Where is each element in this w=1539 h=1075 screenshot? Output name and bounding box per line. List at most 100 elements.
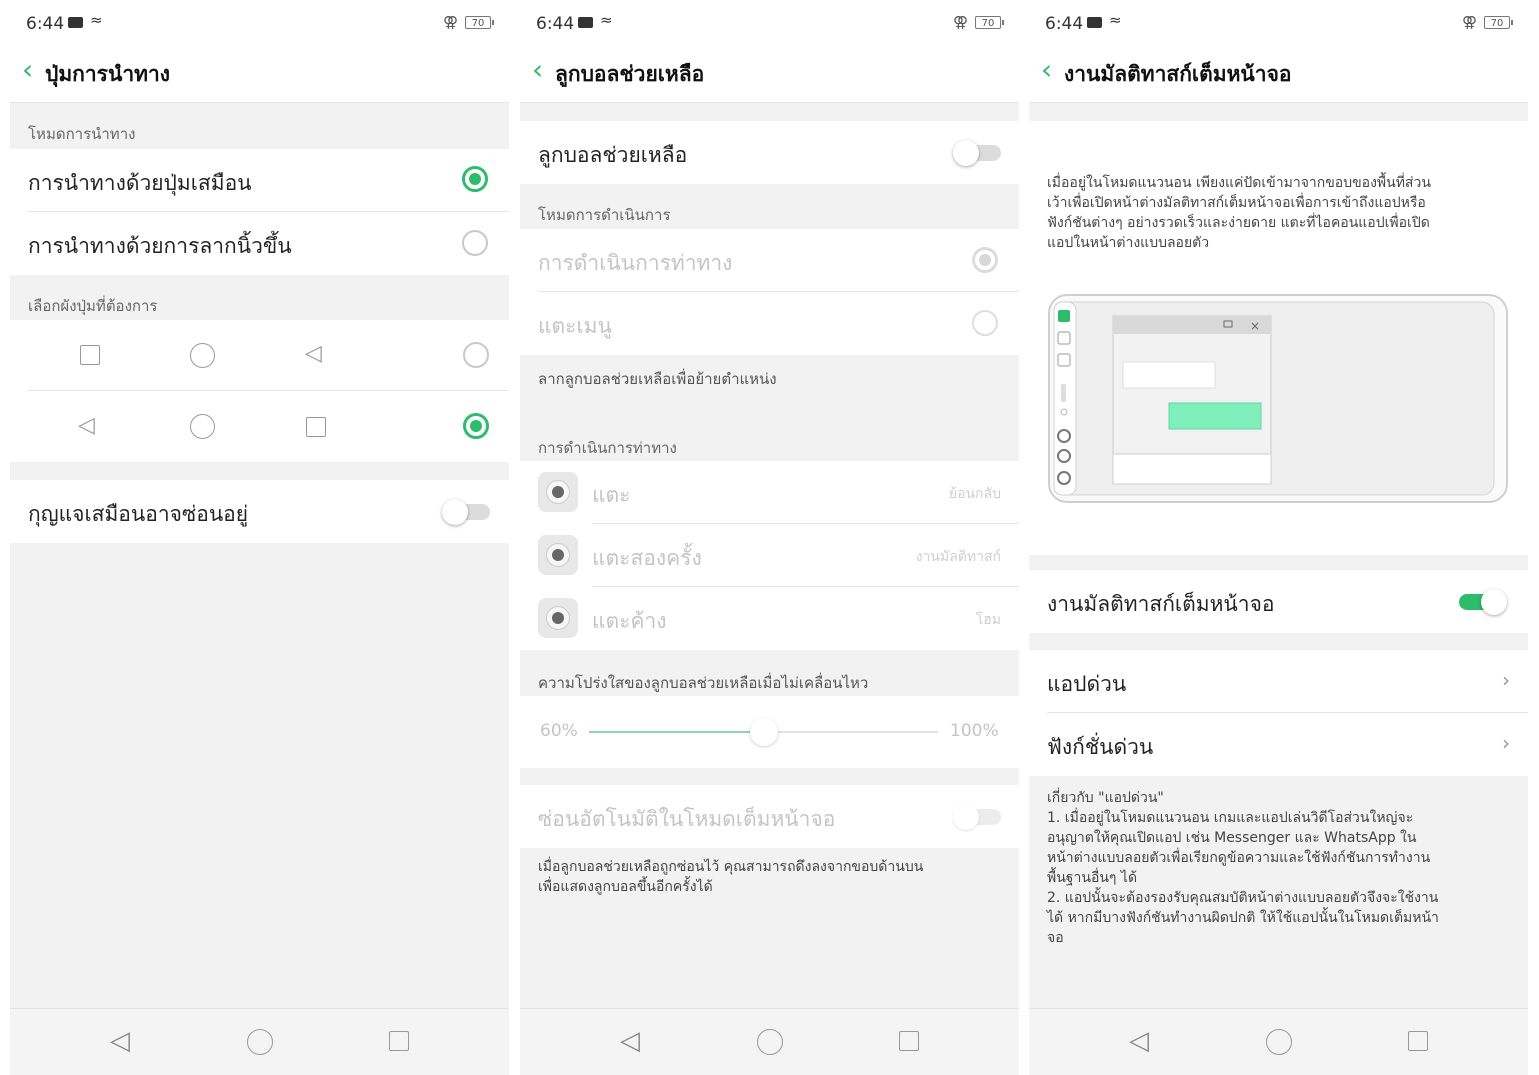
nav-home-icon[interactable] [1266, 1029, 1292, 1055]
battery-icon: 70 [975, 16, 1004, 29]
nav-recents-icon[interactable] [1408, 1031, 1428, 1051]
opacity-slider-row: 60% 100% [520, 696, 1019, 768]
radio-selected[interactable] [462, 166, 488, 192]
page-title: ลูกบอลช่วยเหลือ [555, 62, 705, 86]
option-label: การนำทางด้วยปุ่มเสมือน [28, 171, 252, 195]
gesture-label: แตะ [592, 483, 631, 507]
screen-fullscreen-multitask: 6:44 ≈ ⚢ 70 ‹ งานมัลติทาสก์เต็มหน้าจอ เม… [1029, 0, 1528, 1075]
triangle-back-icon: ◁ [305, 341, 322, 366]
radio-selected[interactable] [463, 413, 489, 439]
screen-navigation-buttons: 6:44 ≈ ⚢ 70 ‹ ปุ่มการนำทาง โหมดการนำทาง … [10, 0, 509, 1075]
assistive-ball-icon [538, 472, 578, 512]
option-swipe-up-gesture[interactable]: การนำทางด้วยการลากนิ้วขึ้น [10, 212, 509, 275]
app-header: ‹ ลูกบอลช่วยเหลือ [520, 48, 1019, 103]
slider-max-label: 100% [950, 721, 999, 741]
option-gesture-operation: การดำเนินการท่าทาง [520, 229, 1019, 292]
gesture-row-long-press: แตะค้าง โฮม [520, 587, 1019, 650]
layout-option-2[interactable]: ◁ [10, 391, 509, 462]
message-icon [578, 17, 593, 28]
slider-fill [589, 731, 764, 733]
nav-recents-icon[interactable] [389, 1031, 409, 1051]
opacity-slider [589, 718, 938, 746]
assistive-ball-toggle[interactable] [953, 140, 1001, 166]
gesture-row-double-tap: แตะสองครั้ง งานมัลติทาสก์ [520, 524, 1019, 587]
link-label: ฟังก์ชั่นด่วน [1047, 735, 1154, 759]
option-tap-menu: แตะเมนู [520, 292, 1019, 355]
option-virtual-buttons[interactable]: การนำทางด้วยปุ่มเสมือน [10, 149, 509, 212]
bell-muted-icon: ⚢ [443, 13, 459, 31]
toggle-row-assistive-ball[interactable]: ลูกบอลช่วยเหลือ [520, 121, 1019, 184]
option-label: การนำทางด้วยการลากนิ้วขึ้น [28, 234, 292, 258]
status-bar: 6:44 ≈ ⚢ 70 [520, 0, 1019, 48]
back-chevron-icon[interactable]: ‹ [22, 56, 33, 84]
slider-min-label: 60% [540, 721, 578, 741]
radio-disabled-selected [972, 247, 998, 273]
option-label: แตะเมนู [538, 314, 612, 338]
gesture-value: โฮม [975, 612, 1001, 628]
nav-back-icon[interactable]: ◁ [620, 1027, 640, 1055]
chevron-right-icon: › [1502, 731, 1510, 755]
status-time: 6:44 [536, 14, 575, 34]
radio-unselected[interactable] [463, 342, 489, 368]
status-bar: 6:44 ≈ ⚢ 70 [10, 0, 509, 48]
toggle-label: ลูกบอลช่วยเหลือ [538, 143, 688, 167]
page-title: ปุ่มการนำทาง [45, 62, 170, 86]
slider-thumb [749, 718, 778, 746]
toggle-label: กุญแจเสมือนอาจซ่อนอยู่ [28, 502, 249, 526]
system-nav-bar: ◁ [10, 1008, 509, 1075]
gesture-value: ย้อนกลับ [948, 486, 1001, 502]
back-chevron-icon[interactable]: ‹ [532, 56, 543, 84]
gesture-label: แตะสองครั้ง [592, 546, 702, 570]
gesture-label: แตะค้าง [592, 609, 667, 633]
quick-apps-notes: เกี่ยวกับ "แอปด่วน" 1. เมื่ออยู่ในโหมดแน… [1047, 790, 1439, 946]
intro-text: เมื่ออยู่ในโหมดแนวนอน เพียงแค่ปัดเข้ามาจ… [1047, 175, 1431, 251]
intro-card: เมื่ออยู่ในโหมดแนวนอน เพียงแค่ปัดเข้ามาจ… [1029, 121, 1528, 555]
system-nav-bar: ◁ [520, 1008, 1019, 1075]
layout-option-1[interactable]: ◁ [10, 320, 509, 391]
back-chevron-icon[interactable]: ‹ [1041, 56, 1052, 84]
chevron-right-icon: › [1502, 668, 1510, 692]
radio-unselected[interactable] [462, 230, 488, 256]
drag-hint: ลากลูกบอลช่วยเหลือเพื่อย้ายตำแหน่ง [538, 370, 777, 388]
nav-back-icon[interactable]: ◁ [110, 1027, 130, 1055]
section-operation-mode: โหมดการดำเนินการ [538, 206, 671, 224]
app-header: ‹ งานมัลติทาสก์เต็มหน้าจอ [1029, 48, 1528, 103]
message-icon [68, 17, 83, 28]
assistive-ball-icon [538, 535, 578, 575]
circle-icon [190, 414, 215, 439]
link-label: แอปด่วน [1047, 672, 1127, 696]
battery-icon: 70 [1484, 16, 1513, 29]
assistive-ball-icon [538, 598, 578, 638]
message-icon [1087, 17, 1102, 28]
fullscreen-multitask-toggle[interactable] [1459, 589, 1507, 615]
system-nav-bar: ◁ [1029, 1008, 1528, 1075]
nav-home-icon[interactable] [247, 1029, 273, 1055]
nav-home-icon[interactable] [757, 1029, 783, 1055]
gesture-row-tap: แตะ ย้อนกลับ [520, 461, 1019, 524]
screen-assistive-ball: 6:44 ≈ ⚢ 70 ‹ ลูกบอลช่วยเหลือ ลูกบอลช่วย… [520, 0, 1019, 1075]
status-time: 6:44 [26, 14, 65, 34]
option-label: การดำเนินการท่าทาง [538, 251, 733, 275]
page-title: งานมัลติทาสก์เต็มหน้าจอ [1064, 62, 1292, 86]
toggle-row-auto-hide: ซ่อนอัตโนมัติในโหมดเต็มหน้าจอ [520, 785, 1019, 848]
toggle-row-hidden-keys[interactable]: กุญแจเสมือนอาจซ่อนอยู่ [10, 480, 509, 543]
toggle-label: งานมัลติทาสก์เต็มหน้าจอ [1047, 592, 1275, 616]
gesture-value: งานมัลติทาสก์ [915, 549, 1001, 565]
wifi-icon: ≈ [600, 11, 613, 29]
link-quick-apps[interactable]: แอปด่วน › [1029, 650, 1528, 713]
svg-text:×: × [1250, 319, 1260, 333]
hidden-keys-toggle[interactable] [442, 499, 490, 525]
bell-muted-icon: ⚢ [1462, 13, 1478, 31]
triangle-back-icon: ◁ [78, 413, 95, 438]
nav-back-icon[interactable]: ◁ [1129, 1027, 1149, 1055]
app-header: ‹ ปุ่มการนำทาง [10, 48, 509, 103]
toggle-row-fullscreen-multitask[interactable]: งานมัลติทาสก์เต็มหน้าจอ [1029, 570, 1528, 633]
nav-recents-icon[interactable] [899, 1031, 919, 1051]
link-quick-functions[interactable]: ฟังก์ชั่นด่วน › [1029, 713, 1528, 776]
section-gesture-actions: การดำเนินการท่าทาง [538, 439, 677, 457]
section-button-layout: เลือกผังปุ่มที่ต้องการ [28, 297, 158, 315]
wifi-icon: ≈ [90, 11, 103, 29]
radio-disabled [972, 310, 998, 336]
landscape-phone-illustration: × [1048, 294, 1508, 503]
auto-hide-description: เมื่อลูกบอลช่วยเหลือถูกซ่อนไว้ คุณสามารถ… [538, 859, 924, 895]
